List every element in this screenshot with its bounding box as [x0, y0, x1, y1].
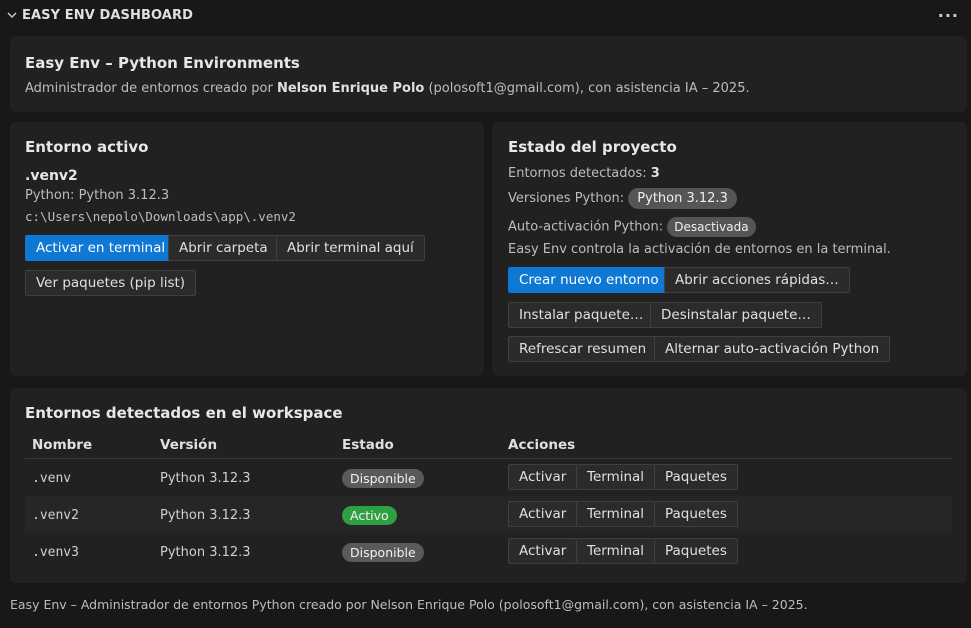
open-terminal-here-button[interactable]: Abrir terminal aquí	[276, 235, 425, 261]
open-folder-button[interactable]: Abrir carpeta	[168, 235, 279, 261]
create-env-button[interactable]: Crear nuevo entorno	[508, 267, 670, 293]
status-badge: Activo	[342, 506, 397, 525]
view-packages-button[interactable]: Ver paquetes (pip list)	[25, 270, 197, 296]
status-badge: Disponible	[342, 543, 424, 562]
row-packages-button[interactable]: Paquetes	[654, 464, 738, 490]
row-packages-button[interactable]: Paquetes	[654, 538, 738, 564]
workspace-heading: Entornos detectados en el workspace	[25, 404, 343, 422]
intro-card: Easy Env – Python Environments Administr…	[10, 36, 967, 112]
python-versions: Versiones Python: Python 3.12.3	[508, 188, 737, 209]
chevron-down-icon[interactable]	[4, 7, 20, 23]
active-env-name: .venv2	[25, 168, 78, 184]
uninstall-package-button[interactable]: Desinstalar paquete…	[650, 302, 822, 328]
auto-activation-status: Auto-activación Python: Desactivada	[508, 217, 756, 237]
column-header-status: Estado	[342, 437, 394, 453]
footer-credits: Easy Env – Administrador de entornos Pyt…	[10, 597, 808, 612]
refresh-summary-button[interactable]: Refrescar resumen	[508, 336, 658, 362]
install-package-button[interactable]: Instalar paquete…	[508, 302, 655, 328]
auto-activation-badge: Desactivada	[667, 217, 756, 237]
status-badge: Disponible	[342, 469, 424, 488]
project-note: Easy Env controla la activación de entor…	[508, 242, 891, 257]
version-pill: Python 3.12.3	[628, 188, 737, 209]
row-activate-button[interactable]: Activar	[508, 501, 578, 527]
project-status-heading: Estado del proyecto	[508, 138, 677, 156]
activate-in-terminal-button[interactable]: Activar en terminal	[25, 235, 177, 261]
env-version-cell: Python 3.12.3	[160, 471, 251, 486]
column-header-actions: Acciones	[508, 437, 576, 453]
row-terminal-button[interactable]: Terminal	[576, 501, 656, 527]
row-terminal-button[interactable]: Terminal	[576, 464, 656, 490]
env-name-cell: .venv3	[32, 545, 79, 560]
more-actions-icon[interactable]: ···	[938, 6, 959, 25]
row-activate-button[interactable]: Activar	[508, 538, 578, 564]
quick-actions-button[interactable]: Abrir acciones rápidas…	[664, 267, 850, 293]
active-env-heading: Entorno activo	[25, 138, 149, 156]
row-packages-button[interactable]: Paquetes	[654, 501, 738, 527]
env-name-cell: .venv	[32, 471, 72, 486]
panel-title: EASY ENV DASHBOARD	[22, 7, 193, 23]
author-name: Nelson Enrique Polo	[276, 81, 425, 96]
env-version-cell: Python 3.12.3	[160, 545, 251, 560]
env-version-cell: Python 3.12.3	[160, 508, 251, 523]
panel-header[interactable]: EASY ENV DASHBOARD	[0, 0, 971, 30]
detected-envs-count: Entornos detectados: 3	[508, 166, 660, 181]
active-env-python: Python: Python 3.12.3	[25, 188, 170, 203]
table-header-divider	[25, 458, 952, 459]
column-header-name: Nombre	[32, 437, 93, 453]
column-header-version: Versión	[160, 437, 218, 453]
intro-description: Administrador de entornos creado por Nel…	[25, 81, 750, 96]
row-terminal-button[interactable]: Terminal	[576, 538, 656, 564]
intro-title: Easy Env – Python Environments	[25, 54, 300, 72]
active-env-path: c:\Users\nepolo\Downloads\app\.venv2	[25, 209, 296, 224]
env-name-cell: .venv2	[32, 508, 79, 523]
toggle-auto-activation-button[interactable]: Alternar auto-activación Python	[654, 336, 891, 362]
row-activate-button[interactable]: Activar	[508, 464, 578, 490]
